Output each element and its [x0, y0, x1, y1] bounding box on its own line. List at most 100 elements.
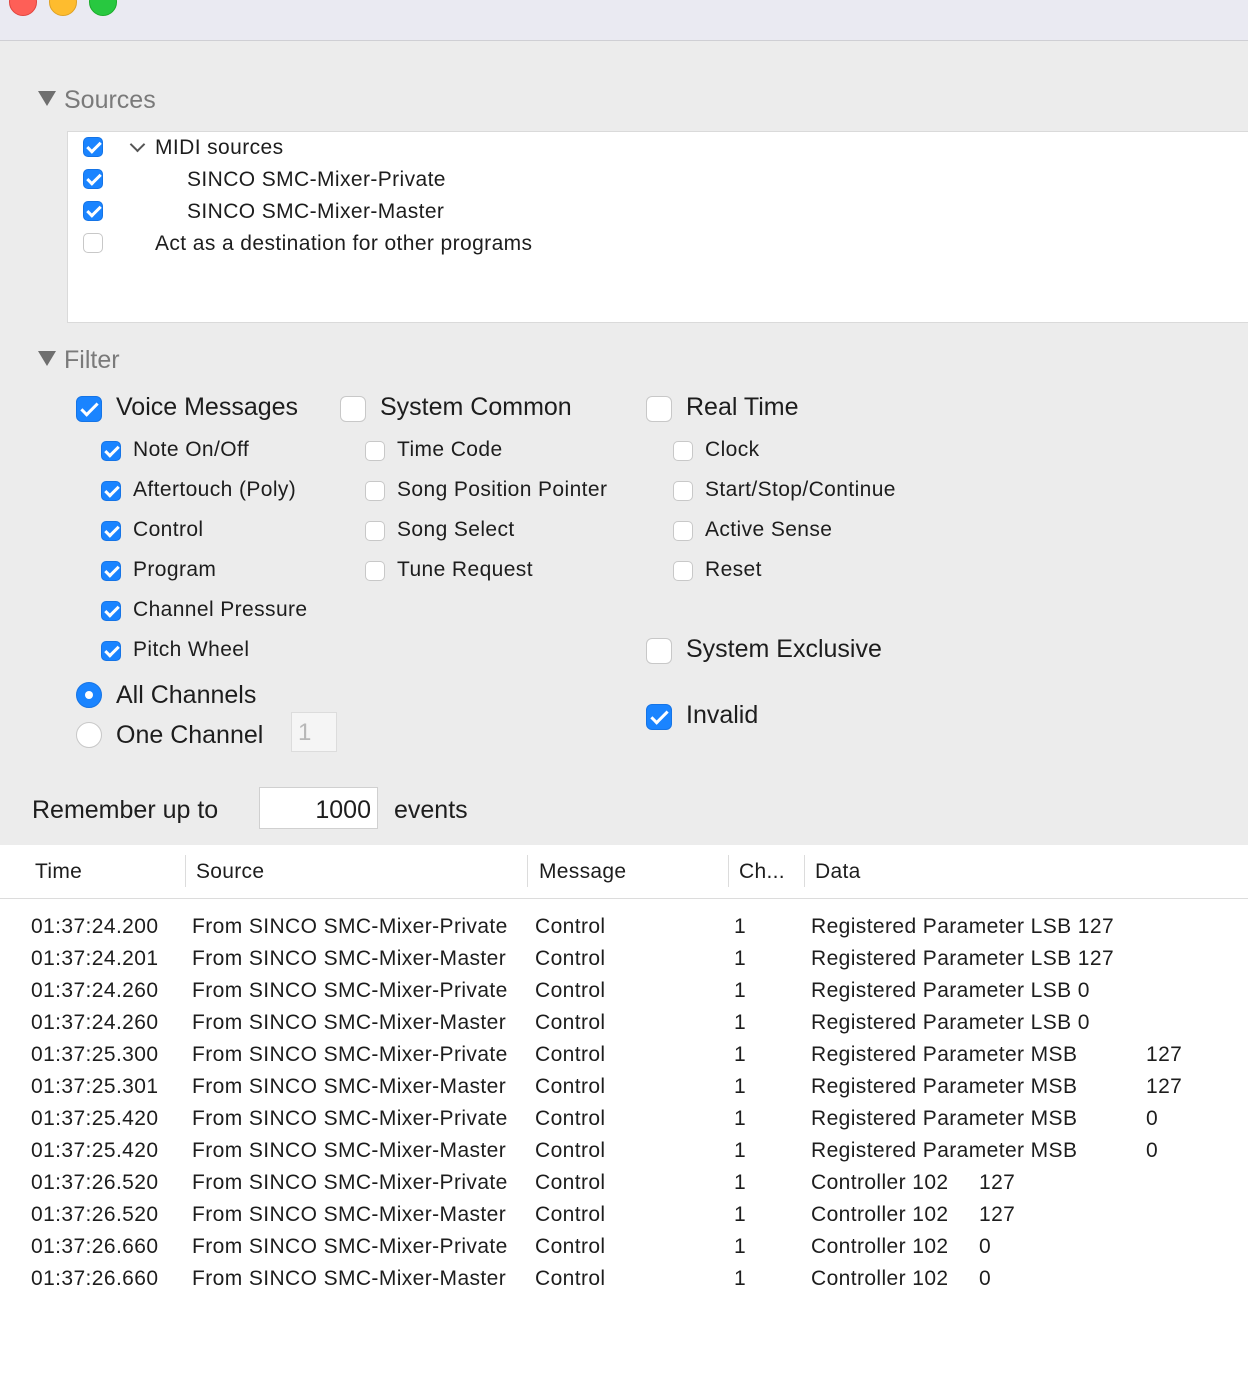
cell-data: Registered Parameter LSB 127 [811, 915, 1115, 938]
minimize-button[interactable] [49, 0, 77, 16]
cell-message: Control [535, 1011, 606, 1034]
cell-data: Registered Parameter MSB [811, 1043, 1078, 1066]
checkbox-box[interactable] [101, 561, 121, 581]
cell-data-value: 127 [1146, 1043, 1183, 1066]
cell-data: Controller 102 [811, 1203, 949, 1226]
all-channels-label: All Channels [116, 681, 257, 709]
start-stop-continue-label: Start/Stop/Continue [705, 478, 896, 501]
sources-disclosure[interactable]: Sources [38, 86, 156, 115]
checkbox-box[interactable] [76, 396, 102, 422]
cell-time: 01:37:26.520 [31, 1203, 159, 1226]
checkbox-box[interactable] [101, 641, 121, 661]
cell-message: Control [535, 1107, 606, 1130]
source-checkbox-mixer-private[interactable] [83, 169, 103, 189]
checkbox-box[interactable] [101, 441, 121, 461]
column-header-source[interactable]: Source [196, 860, 264, 884]
active-sense-label: Active Sense [705, 518, 833, 541]
cell-message: Control [535, 1139, 606, 1162]
cell-time: 01:37:26.660 [31, 1235, 159, 1258]
source-label: SINCO SMC-Mixer-Private [187, 168, 446, 191]
zoom-button[interactable] [89, 0, 117, 16]
table-row[interactable]: 01:37:24.260 From SINCO SMC-Mixer-Master C… [0, 1008, 1248, 1040]
cell-data-value: 127 [1146, 1075, 1183, 1098]
note-on-off-label: Note On/Off [133, 438, 250, 461]
close-button[interactable] [9, 0, 37, 16]
cell-channel: 1 [734, 979, 747, 1002]
table-row[interactable]: 01:37:26.520 From SINCO SMC-Mixer-Private… [0, 1168, 1248, 1200]
cell-source: From SINCO SMC-Mixer-Private [192, 1043, 508, 1066]
cell-channel: 1 [734, 1043, 747, 1066]
source-checkbox-midi-sources[interactable] [83, 137, 103, 157]
column-header-time[interactable]: Time [35, 860, 82, 884]
checkbox-box[interactable] [646, 396, 672, 422]
table-row[interactable]: 01:37:25.301 From SINCO SMC-Mixer-Master C… [0, 1072, 1248, 1104]
pitch-wheel-label: Pitch Wheel [133, 638, 250, 661]
table-row[interactable]: 01:37:25.420 From SINCO SMC-Mixer-Master C… [0, 1136, 1248, 1168]
chevron-down-icon[interactable] [129, 136, 146, 153]
cell-data-value: 0 [1146, 1139, 1159, 1162]
column-header-message[interactable]: Message [539, 860, 626, 884]
table-row[interactable]: 01:37:25.420 From SINCO SMC-Mixer-Private… [0, 1104, 1248, 1136]
cell-time: 01:37:24.260 [31, 1011, 159, 1034]
checkbox-box[interactable] [340, 396, 366, 422]
reset-label: Reset [705, 558, 762, 581]
cell-data-value: 0 [979, 1267, 992, 1290]
checkbox-box[interactable] [673, 521, 693, 541]
checkbox-box[interactable] [365, 561, 385, 581]
cell-data: Controller 102 [811, 1235, 949, 1258]
column-divider[interactable] [527, 855, 528, 887]
disclosure-triangle-icon [38, 90, 56, 106]
song-position-pointer-label: Song Position Pointer [397, 478, 608, 501]
cell-message: Control [535, 1267, 606, 1290]
table-row[interactable]: 01:37:24.260 From SINCO SMC-Mixer-Private… [0, 976, 1248, 1008]
filter-disclosure[interactable]: Filter [38, 346, 120, 375]
cell-channel: 1 [734, 1267, 747, 1290]
checkbox-box[interactable] [365, 521, 385, 541]
checkbox-box[interactable] [646, 638, 672, 664]
system-exclusive-label: System Exclusive [686, 635, 882, 663]
cell-time: 01:37:24.200 [31, 915, 159, 938]
checkbox-box[interactable] [101, 481, 121, 501]
time-code-label: Time Code [397, 438, 503, 461]
table-row[interactable]: 01:37:24.201 From SINCO SMC-Mixer-Master C… [0, 944, 1248, 976]
cell-time: 01:37:25.420 [31, 1107, 159, 1130]
checkbox-box[interactable] [673, 441, 693, 461]
cell-message: Control [535, 979, 606, 1002]
source-row-mixer-private: SINCO SMC-Mixer-Private [68, 164, 1248, 196]
cell-source: From SINCO SMC-Mixer-Master [192, 947, 507, 970]
column-header-channel[interactable]: Ch... [739, 860, 785, 884]
checkbox-box[interactable] [101, 601, 121, 621]
cell-message: Control [535, 1075, 606, 1098]
table-row[interactable]: 01:37:26.660 From SINCO SMC-Mixer-Private… [0, 1232, 1248, 1264]
cell-data: Registered Parameter MSB [811, 1075, 1078, 1098]
table-row[interactable]: 01:37:24.200 From SINCO SMC-Mixer-Private… [0, 912, 1248, 944]
table-row[interactable]: 01:37:25.300 From SINCO SMC-Mixer-Private… [0, 1040, 1248, 1072]
cell-channel: 1 [734, 1235, 747, 1258]
column-divider[interactable] [804, 855, 805, 887]
cell-data-value: 0 [1146, 1107, 1159, 1130]
cell-data: Registered Parameter MSB [811, 1139, 1078, 1162]
table-row[interactable]: 01:37:26.520 From SINCO SMC-Mixer-Master C… [0, 1200, 1248, 1232]
source-row-act-as-destination: Act as a destination for other programs [68, 228, 1248, 260]
remember-events-input[interactable]: 1000 [259, 787, 378, 829]
source-checkbox-act-as-destination[interactable] [83, 233, 103, 253]
cell-channel: 1 [734, 1075, 747, 1098]
checkbox-box[interactable] [101, 521, 121, 541]
one-channel-number-field[interactable]: 1 [291, 712, 337, 752]
checkbox-box[interactable] [673, 561, 693, 581]
table-row[interactable]: 01:37:26.660 From SINCO SMC-Mixer-Master C… [0, 1264, 1248, 1296]
column-divider[interactable] [185, 855, 186, 887]
checkbox-box[interactable] [646, 704, 672, 730]
checkbox-box[interactable] [365, 481, 385, 501]
invalid-label: Invalid [686, 701, 759, 729]
cell-data-value: 127 [979, 1203, 1016, 1226]
radio-button[interactable] [76, 722, 102, 748]
column-divider[interactable] [728, 855, 729, 887]
checkbox-box[interactable] [365, 441, 385, 461]
checkbox-box[interactable] [673, 481, 693, 501]
radio-button[interactable] [76, 682, 102, 708]
column-header-data[interactable]: Data [815, 860, 861, 884]
cell-channel: 1 [734, 1011, 747, 1034]
source-checkbox-mixer-master[interactable] [83, 201, 103, 221]
cell-source: From SINCO SMC-Mixer-Private [192, 1171, 508, 1194]
